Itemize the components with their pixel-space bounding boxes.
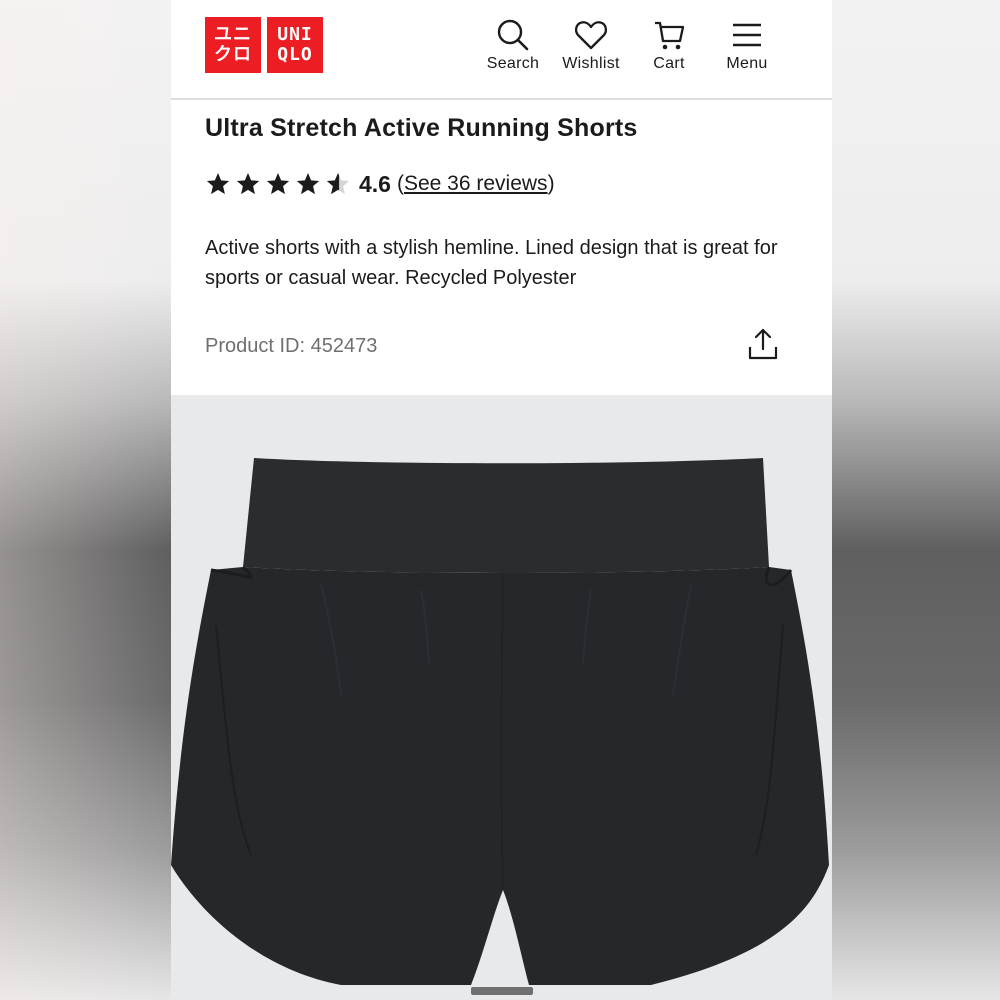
product-description: Active shorts with a stylish hemline. Li… — [205, 237, 778, 289]
product-id: Product ID: 452473 — [205, 334, 378, 357]
menu-label: Menu — [726, 55, 768, 72]
logo-latin-line-2: QLO — [277, 44, 313, 65]
cart-icon — [655, 21, 685, 50]
menu-button[interactable]: Menu — [708, 18, 786, 73]
see-reviews-text: See 36 reviews — [403, 172, 548, 195]
star-full-icon — [236, 172, 260, 195]
site-header: ユニ クロ UNI QLO Search Wishlist Cart Menu — [171, 0, 832, 100]
logo-tile-katakana: ユニ クロ — [205, 17, 261, 73]
share-button[interactable] — [747, 327, 779, 366]
rating-value: 4.6 — [359, 170, 391, 197]
product-image-gallery[interactable] — [171, 395, 832, 1000]
uniqlo-logo[interactable]: ユニ クロ UNI QLO — [205, 17, 323, 73]
hamburger-icon — [733, 23, 761, 47]
share-icon — [748, 328, 778, 359]
logo-latin-line-1: UNI — [277, 24, 313, 45]
search-icon — [497, 19, 529, 51]
product-id-row: Product ID: 452473 — [205, 328, 779, 362]
header-nav: Search Wishlist Cart Menu — [474, 18, 786, 73]
wishlist-button[interactable]: Wishlist — [552, 18, 630, 73]
wishlist-label: Wishlist — [562, 55, 620, 72]
shorts-image — [171, 458, 829, 985]
see-reviews-link[interactable]: (See 36 reviews) — [397, 172, 555, 196]
search-button[interactable]: Search — [474, 18, 552, 73]
product-rating: 4.6 (See 36 reviews) — [205, 168, 555, 200]
logo-katakana-line-1: ユニ — [214, 24, 252, 45]
product-title: Ultra Stretch Active Running Shorts — [205, 114, 638, 142]
star-full-icon — [296, 172, 320, 195]
rating-stars — [205, 171, 351, 197]
product-page: ユニ クロ UNI QLO Search Wishlist Cart Menu … — [171, 0, 832, 1000]
search-label: Search — [486, 55, 540, 72]
gallery-page-indicator[interactable] — [471, 987, 533, 995]
star-partial-icon — [326, 172, 350, 195]
star-full-icon — [206, 172, 230, 195]
logo-tile-latin: UNI QLO — [267, 17, 323, 73]
cart-label: Cart — [653, 55, 685, 72]
cart-button[interactable]: Cart — [630, 18, 708, 73]
star-full-icon — [266, 172, 290, 195]
heart-icon — [574, 21, 608, 50]
logo-katakana-line-2: クロ — [214, 44, 252, 65]
